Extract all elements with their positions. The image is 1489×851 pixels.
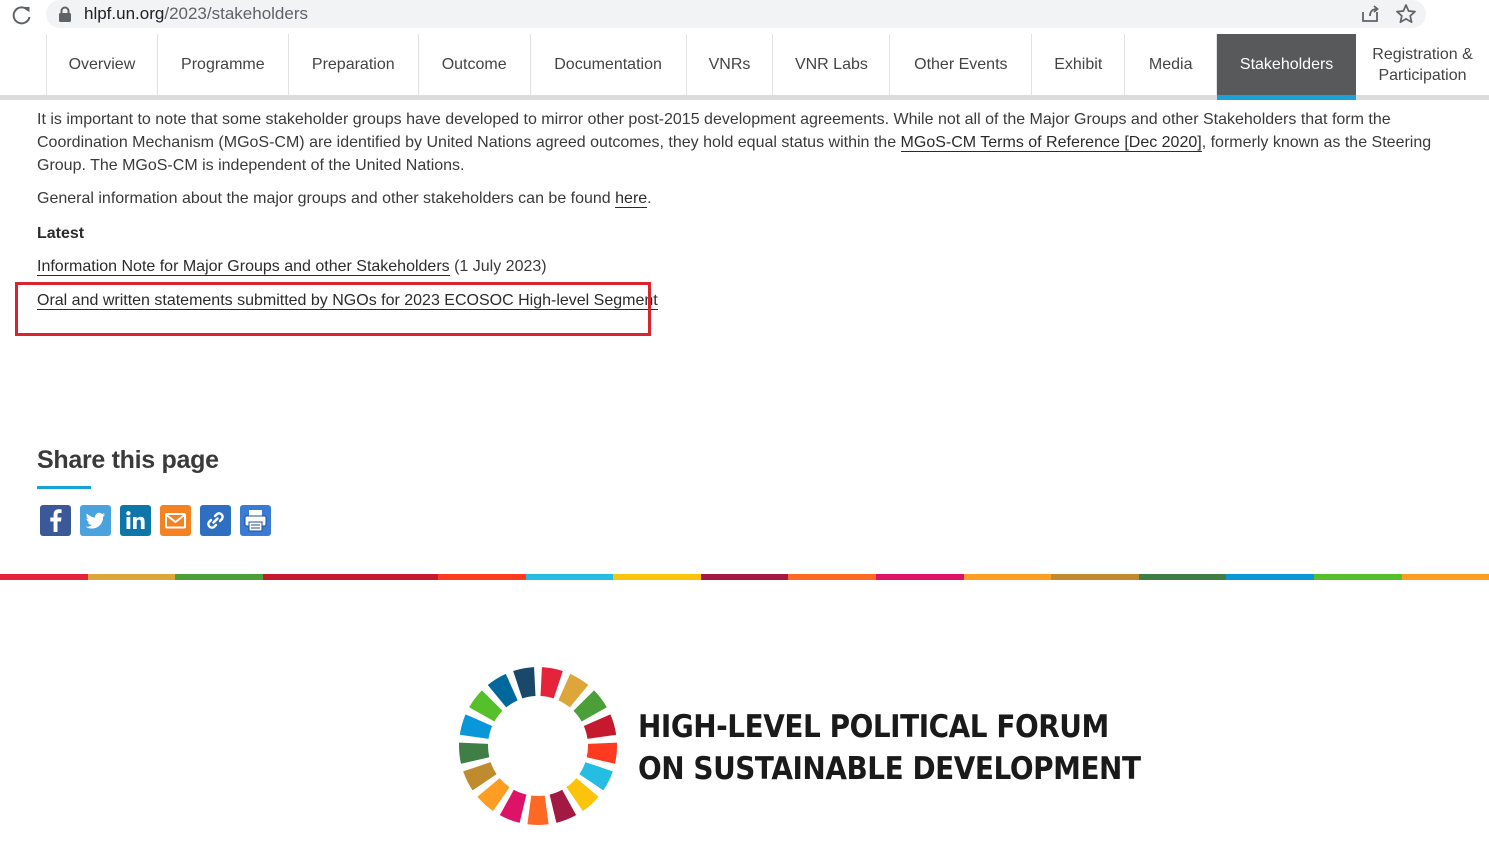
stripe-segment <box>0 574 88 580</box>
stripe-segment <box>1051 574 1139 580</box>
stripe-segment <box>875 574 964 580</box>
sdg-wheel-segment <box>583 714 617 739</box>
nav-item-registration-participation[interactable]: Registration & Participation <box>1356 34 1489 95</box>
facebook-icon[interactable] <box>40 505 71 536</box>
linkedin-icon[interactable] <box>120 505 151 536</box>
terms-of-reference-link[interactable]: MGoS-CM Terms of Reference [Dec 2020] <box>900 134 1202 152</box>
highlight-annotation-box <box>15 282 651 336</box>
copy-link-icon[interactable] <box>200 505 231 536</box>
share-heading: Share this page <box>37 446 219 474</box>
stripe-segment <box>87 574 176 580</box>
stripe-segment <box>525 574 614 580</box>
nav-item-overview[interactable]: Overview <box>47 34 158 95</box>
sdg-wheel-segment <box>586 742 617 764</box>
nav-item-media[interactable]: Media <box>1125 34 1218 95</box>
share-buttons <box>40 505 271 536</box>
nav-item-label-line2: Participation <box>1378 66 1467 84</box>
share-heading-underline <box>37 486 91 489</box>
page-content: It is important to note that some stakeh… <box>37 108 1482 310</box>
info-note-item: Information Note for Major Groups and ot… <box>37 255 547 278</box>
nav-spacer <box>0 34 47 95</box>
sdg-wheel-logo <box>459 667 617 825</box>
forum-title: HIGH-LEVEL POLITICAL FORUM ON SUSTAINABL… <box>638 706 1141 790</box>
info-note-link[interactable]: Information Note for Major Groups and ot… <box>37 258 450 276</box>
nav-item-exhibit[interactable]: Exhibit <box>1032 34 1126 95</box>
info-note-date: (1 July 2023) <box>449 258 547 275</box>
stripe-segment <box>1313 574 1402 580</box>
browser-toolbar: hlpf.un.org/2023/stakeholders <box>0 0 1489 32</box>
email-icon[interactable] <box>160 505 191 536</box>
stripe-segment <box>1401 574 1489 580</box>
twitter-icon[interactable] <box>80 505 111 536</box>
nav-item-stakeholders[interactable]: Stakeholders <box>1217 34 1357 100</box>
nav-item-vnrs[interactable]: VNRs <box>687 34 774 95</box>
sdg-wheel-segment <box>459 714 493 739</box>
sdg-wheel-segment <box>540 667 563 699</box>
sdg-wheel-segment <box>459 742 490 764</box>
stripe-segment <box>1138 574 1227 580</box>
stripe-segment <box>700 574 789 580</box>
main-navigation: Overview Programme Preparation Outcome Docum… <box>0 34 1489 100</box>
forum-title-line2: ON SUSTAINABLE DEVELOPMENT <box>638 751 1141 787</box>
stripe-segment <box>788 574 876 580</box>
nav-item-outcome[interactable]: Outcome <box>419 34 531 95</box>
stripe-segment <box>1226 574 1314 580</box>
nav-item-label-line1: Registration & <box>1372 45 1473 63</box>
intro-paragraph: It is important to note that some stakeh… <box>37 111 1432 174</box>
nav-item-vnr-labs[interactable]: VNR Labs <box>773 34 891 95</box>
sdg-wheel-segment <box>513 667 536 699</box>
nav-item-other-events[interactable]: Other Events <box>890 34 1033 95</box>
sdg-wheel-segment <box>527 795 549 825</box>
address-bar[interactable]: hlpf.un.org/2023/stakeholders <box>46 0 1426 28</box>
share-icon[interactable] <box>1360 4 1380 24</box>
stripe-segment <box>262 574 351 580</box>
stripe-segment <box>437 574 526 580</box>
stripe-segment <box>963 574 1052 580</box>
stripe-segment <box>613 574 701 580</box>
lock-icon[interactable] <box>58 6 72 22</box>
reload-icon[interactable] <box>10 4 34 26</box>
general-info-paragraph: General information about the major grou… <box>37 190 652 208</box>
nav-item-preparation[interactable]: Preparation <box>289 34 419 95</box>
print-icon[interactable] <box>240 505 271 536</box>
nav-item-programme[interactable]: Programme <box>158 34 289 95</box>
latest-heading: Latest <box>37 225 85 242</box>
sdg-color-stripe <box>0 574 1489 580</box>
forum-title-line1: HIGH-LEVEL POLITICAL FORUM <box>638 709 1109 745</box>
star-icon[interactable] <box>1395 3 1417 25</box>
stripe-segment <box>175 574 263 580</box>
stripe-segment <box>350 574 438 580</box>
here-link[interactable]: here <box>615 190 648 208</box>
nav-item-documentation[interactable]: Documentation <box>531 34 687 95</box>
url-text[interactable]: hlpf.un.org/2023/stakeholders <box>84 4 308 24</box>
